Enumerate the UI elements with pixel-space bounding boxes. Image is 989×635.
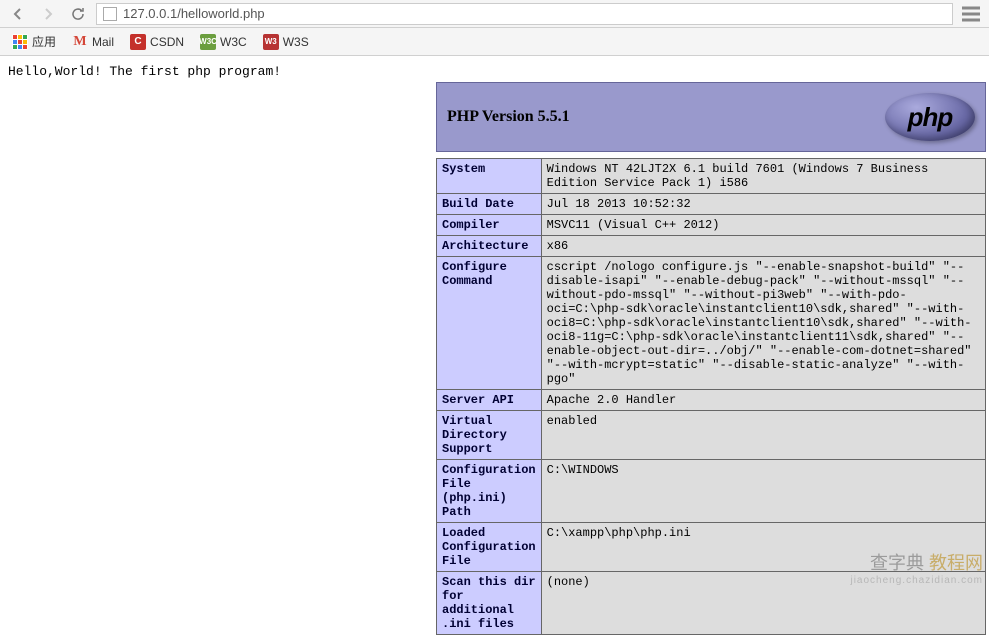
php-logo[interactable]: php bbox=[885, 93, 975, 141]
bookmark-label: 应用 bbox=[32, 33, 56, 50]
row-value: C:\xampp\php\php.ini bbox=[541, 523, 985, 572]
bookmark-label: W3S bbox=[283, 35, 309, 49]
table-row: Configuration File (php.ini) PathC:\WIND… bbox=[437, 460, 986, 523]
forward-button[interactable] bbox=[36, 2, 60, 26]
row-label: Architecture bbox=[437, 236, 542, 257]
row-label: System bbox=[437, 159, 542, 194]
bookmark-w3s[interactable]: W3 W3S bbox=[257, 31, 315, 53]
row-value: MSVC11 (Visual C++ 2012) bbox=[541, 215, 985, 236]
php-version-title: PHP Version 5.5.1 bbox=[447, 108, 570, 126]
row-value: Jul 18 2013 10:52:32 bbox=[541, 194, 985, 215]
arrow-left-icon bbox=[10, 6, 26, 22]
gmail-icon: M bbox=[72, 34, 88, 50]
table-row: SystemWindows NT 42LJT2X 6.1 build 7601 … bbox=[437, 159, 986, 194]
bookmark-w3c[interactable]: W3C W3C bbox=[194, 31, 253, 53]
phpinfo-table: SystemWindows NT 42LJT2X 6.1 build 7601 … bbox=[436, 158, 986, 635]
row-label: Configure Command bbox=[437, 257, 542, 390]
page-icon bbox=[103, 7, 117, 21]
url-bar[interactable]: 127.0.0.1/helloworld.php bbox=[96, 3, 953, 25]
phpinfo-container: PHP Version 5.5.1 php SystemWindows NT 4… bbox=[436, 82, 986, 635]
row-label: Virtual Directory Support bbox=[437, 411, 542, 460]
reload-button[interactable] bbox=[66, 2, 90, 26]
row-value: Apache 2.0 Handler bbox=[541, 390, 985, 411]
table-row: CompilerMSVC11 (Visual C++ 2012) bbox=[437, 215, 986, 236]
row-value: x86 bbox=[541, 236, 985, 257]
bookmark-label: Mail bbox=[92, 35, 114, 49]
row-label: Server API bbox=[437, 390, 542, 411]
row-label: Configuration File (php.ini) Path bbox=[437, 460, 542, 523]
bookmark-apps[interactable]: 应用 bbox=[6, 30, 62, 53]
bookmark-mail[interactable]: M Mail bbox=[66, 31, 120, 53]
table-row: Server APIApache 2.0 Handler bbox=[437, 390, 986, 411]
back-button[interactable] bbox=[6, 2, 30, 26]
bookmark-label: CSDN bbox=[150, 35, 184, 49]
table-row: Configure Commandcscript /nologo configu… bbox=[437, 257, 986, 390]
url-text: 127.0.0.1/helloworld.php bbox=[123, 6, 265, 21]
bookmarks-bar: 应用 M Mail C CSDN W3C W3C W3 W3S bbox=[0, 28, 989, 56]
table-row: Virtual Directory Supportenabled bbox=[437, 411, 986, 460]
php-header: PHP Version 5.5.1 php bbox=[436, 82, 986, 152]
row-value: Windows NT 42LJT2X 6.1 build 7601 (Windo… bbox=[541, 159, 985, 194]
bookmark-csdn[interactable]: C CSDN bbox=[124, 31, 190, 53]
table-row: Loaded Configuration FileC:\xampp\php\ph… bbox=[437, 523, 986, 572]
row-label: Scan this dir for additional .ini files bbox=[437, 572, 542, 635]
row-value: cscript /nologo configure.js "--enable-s… bbox=[541, 257, 985, 390]
row-value: enabled bbox=[541, 411, 985, 460]
table-row: Build DateJul 18 2013 10:52:32 bbox=[437, 194, 986, 215]
row-value: C:\WINDOWS bbox=[541, 460, 985, 523]
apps-grid-icon bbox=[12, 34, 28, 50]
csdn-icon: C bbox=[130, 34, 146, 50]
browser-toolbar: 127.0.0.1/helloworld.php bbox=[0, 0, 989, 28]
bookmark-label: W3C bbox=[220, 35, 247, 49]
w3s-icon: W3 bbox=[263, 34, 279, 50]
reload-icon bbox=[70, 6, 86, 22]
row-label: Loaded Configuration File bbox=[437, 523, 542, 572]
row-label: Build Date bbox=[437, 194, 542, 215]
table-row: Scan this dir for additional .ini files(… bbox=[437, 572, 986, 635]
table-row: Architecturex86 bbox=[437, 236, 986, 257]
php-logo-icon: php bbox=[885, 93, 975, 141]
arrow-right-icon bbox=[40, 6, 56, 22]
browser-menu-button[interactable] bbox=[959, 2, 983, 26]
w3c-icon: W3C bbox=[200, 34, 216, 50]
hello-text: Hello,World! The first php program! bbox=[8, 64, 981, 79]
row-label: Compiler bbox=[437, 215, 542, 236]
menu-icon bbox=[959, 2, 983, 26]
php-logo-text: php bbox=[908, 102, 953, 133]
row-value: (none) bbox=[541, 572, 985, 635]
